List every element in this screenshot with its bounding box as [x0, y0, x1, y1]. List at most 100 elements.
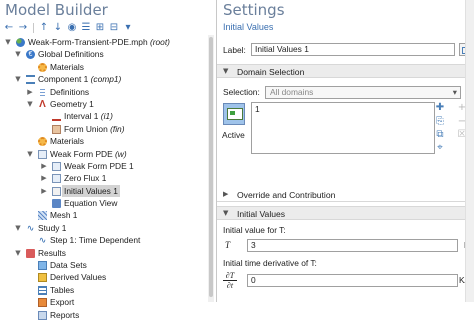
tree-node-interval[interactable]: Interval 1 (i1): [0, 110, 214, 122]
section-initial-values[interactable]: ▼ Initial Values: [217, 206, 474, 220]
collapse-toggle-icon[interactable]: ▼: [4, 36, 12, 48]
tree-label: Materials: [50, 61, 84, 72]
tree-label: Component 1: [38, 74, 89, 85]
tree-node-tables[interactable]: Tables: [0, 284, 214, 296]
tree-label: Mesh 1: [50, 210, 78, 221]
model-tree: ▼ Weak-Form-Transient-PDE.mph (root) ▼ €…: [0, 36, 214, 321]
reports-icon: [38, 310, 47, 320]
section-title: Override and Contribution: [237, 190, 336, 200]
tables-icon: [38, 285, 47, 295]
tree-tag: (fin): [110, 123, 125, 134]
tree-node-materials[interactable]: Materials: [0, 135, 214, 147]
interval-icon: [52, 112, 61, 122]
section-domain-selection[interactable]: ▼ Domain Selection: [217, 64, 474, 78]
collapse-all-icon[interactable]: ⊟: [109, 23, 119, 33]
mesh-icon: [38, 211, 47, 221]
component-icon: [26, 75, 35, 85]
tree-node-definitions[interactable]: ▶ Definitions: [0, 86, 214, 98]
tree-node-geometry[interactable]: ▼ Λ Geometry 1: [0, 98, 214, 110]
tree-node-weak-form-pde[interactable]: ▼ Weak Form PDE (w): [0, 148, 214, 160]
section-override-contribution[interactable]: ▶ Override and Contribution: [217, 188, 474, 202]
collapse-toggle-icon[interactable]: ▼: [14, 222, 22, 234]
initial-derivative-field[interactable]: 0: [247, 274, 458, 287]
label-field[interactable]: Initial Values 1: [251, 43, 455, 56]
scrollbar-thumb[interactable]: [209, 37, 213, 297]
model-builder-title: Model Builder: [5, 1, 108, 19]
toolbar-separator: [33, 23, 34, 33]
initial-value-field[interactable]: 3: [247, 239, 458, 252]
tree-node-component[interactable]: ▼ Component 1 (comp1): [0, 73, 214, 85]
selection-dropdown[interactable]: All domains: [265, 86, 461, 99]
tree-node-reports[interactable]: Reports: [0, 309, 214, 321]
collapse-toggle-icon[interactable]: ▼: [14, 48, 22, 60]
expand-toggle-icon[interactable]: ▶: [26, 86, 34, 98]
tree-node-export[interactable]: Export: [0, 296, 214, 308]
initial-derivative-row: ∂T ∂t 0 K/s: [223, 271, 473, 291]
comsol-window: Model Builder ← → ↑ ↓ ◉ ☰ ⊞ ⊟ ▾ ▼ Weak-F…: [0, 0, 474, 320]
paste-selection-icon[interactable]: ⧉: [435, 130, 445, 140]
expand-toggle-icon[interactable]: ▶: [40, 172, 48, 184]
domain-list-item[interactable]: 1: [255, 104, 260, 114]
study-icon: ∿: [26, 222, 35, 233]
tree-label: Derived Values: [50, 272, 107, 283]
add-to-selection-icon[interactable]: ✚: [435, 103, 445, 113]
show-icon[interactable]: ◉: [67, 23, 77, 33]
weak-form-pde-1-icon: [52, 161, 61, 171]
expand-toggle-icon[interactable]: ▶: [40, 185, 48, 197]
tree-node-global-materials[interactable]: Materials: [0, 61, 214, 73]
forward-icon[interactable]: →: [18, 23, 28, 33]
zoom-to-selection-icon[interactable]: ⌖: [435, 143, 445, 153]
move-up-icon[interactable]: ↑: [39, 23, 49, 33]
initial-value-row: T 3 K: [223, 239, 471, 252]
expand-toggle-icon[interactable]: ▶: [40, 160, 48, 172]
back-icon[interactable]: ←: [4, 23, 14, 33]
tree-node-results[interactable]: ▼ Results: [0, 247, 214, 259]
tree-node-mesh[interactable]: Mesh 1: [0, 209, 214, 221]
tree-label: Study 1: [38, 222, 67, 233]
materials-icon: [38, 137, 47, 147]
collapse-toggle-icon[interactable]: ▼: [26, 98, 34, 110]
settings-title: Settings: [223, 1, 285, 19]
move-down-icon[interactable]: ↓: [53, 23, 63, 33]
section-title: Initial Values: [237, 209, 286, 219]
tree-label: Geometry 1: [50, 98, 94, 109]
selection-caption: Selection:: [223, 87, 260, 97]
tree-node-data-sets[interactable]: Data Sets: [0, 259, 214, 271]
tree-node-zero-flux[interactable]: ▶ Zero Flux 1: [0, 172, 214, 184]
settings-scrollbar[interactable]: [465, 0, 474, 302]
tree-node-global-definitions[interactable]: ▼ € Global Definitions: [0, 48, 214, 60]
derivative-symbol: ∂T ∂t: [223, 271, 237, 290]
sort-icon[interactable]: ☰: [81, 23, 91, 33]
active-toggle-icon[interactable]: [223, 103, 245, 125]
derivative-numerator: ∂T: [223, 271, 237, 281]
tree-menu-icon[interactable]: ▾: [123, 23, 133, 33]
expand-all-icon[interactable]: ⊞: [95, 23, 105, 33]
tree-node-form-union[interactable]: Form Union (fin): [0, 123, 214, 135]
tree-node-study-step[interactable]: ∿ Step 1: Time Dependent: [0, 234, 214, 246]
tree-node-root[interactable]: ▼ Weak-Form-Transient-PDE.mph (root): [0, 36, 214, 48]
tree-node-weak-form-pde-1[interactable]: ▶ Weak Form PDE 1: [0, 160, 214, 172]
tree-label: Step 1: Time Dependent: [50, 235, 141, 246]
tree-node-study[interactable]: ▼ ∿ Study 1: [0, 222, 214, 234]
tree-label: Results: [38, 247, 66, 258]
definitions-icon: [38, 87, 47, 97]
initial-derivative-caption: Initial time derivative of T:: [223, 258, 317, 268]
initial-value-symbol: T: [225, 240, 231, 250]
tree-node-derived-values[interactable]: Derived Values: [0, 271, 214, 283]
tree-node-equation-view[interactable]: Equation View: [0, 197, 214, 209]
tree-node-initial-values[interactable]: ▶ Initial Values 1: [0, 184, 214, 198]
collapse-toggle-icon[interactable]: ▼: [26, 148, 34, 160]
collapse-toggle-icon[interactable]: ▼: [14, 73, 22, 85]
time-dependent-step-icon: ∿: [38, 235, 47, 246]
model-tree-scrollbar[interactable]: [208, 35, 214, 302]
tree-label: Materials: [50, 136, 84, 147]
export-icon: [38, 298, 47, 308]
domain-selection-list[interactable]: 1: [251, 102, 435, 154]
settings-subtitle: Initial Values: [223, 22, 274, 32]
collapse-toggle-icon[interactable]: ▼: [14, 247, 22, 259]
copy-selection-icon[interactable]: ⎘: [435, 117, 445, 127]
tree-label: Interval 1: [64, 111, 99, 122]
weak-form-pde-icon: [38, 149, 47, 159]
tree-tag: (comp1): [90, 74, 122, 85]
tree-label: Global Definitions: [38, 49, 104, 60]
